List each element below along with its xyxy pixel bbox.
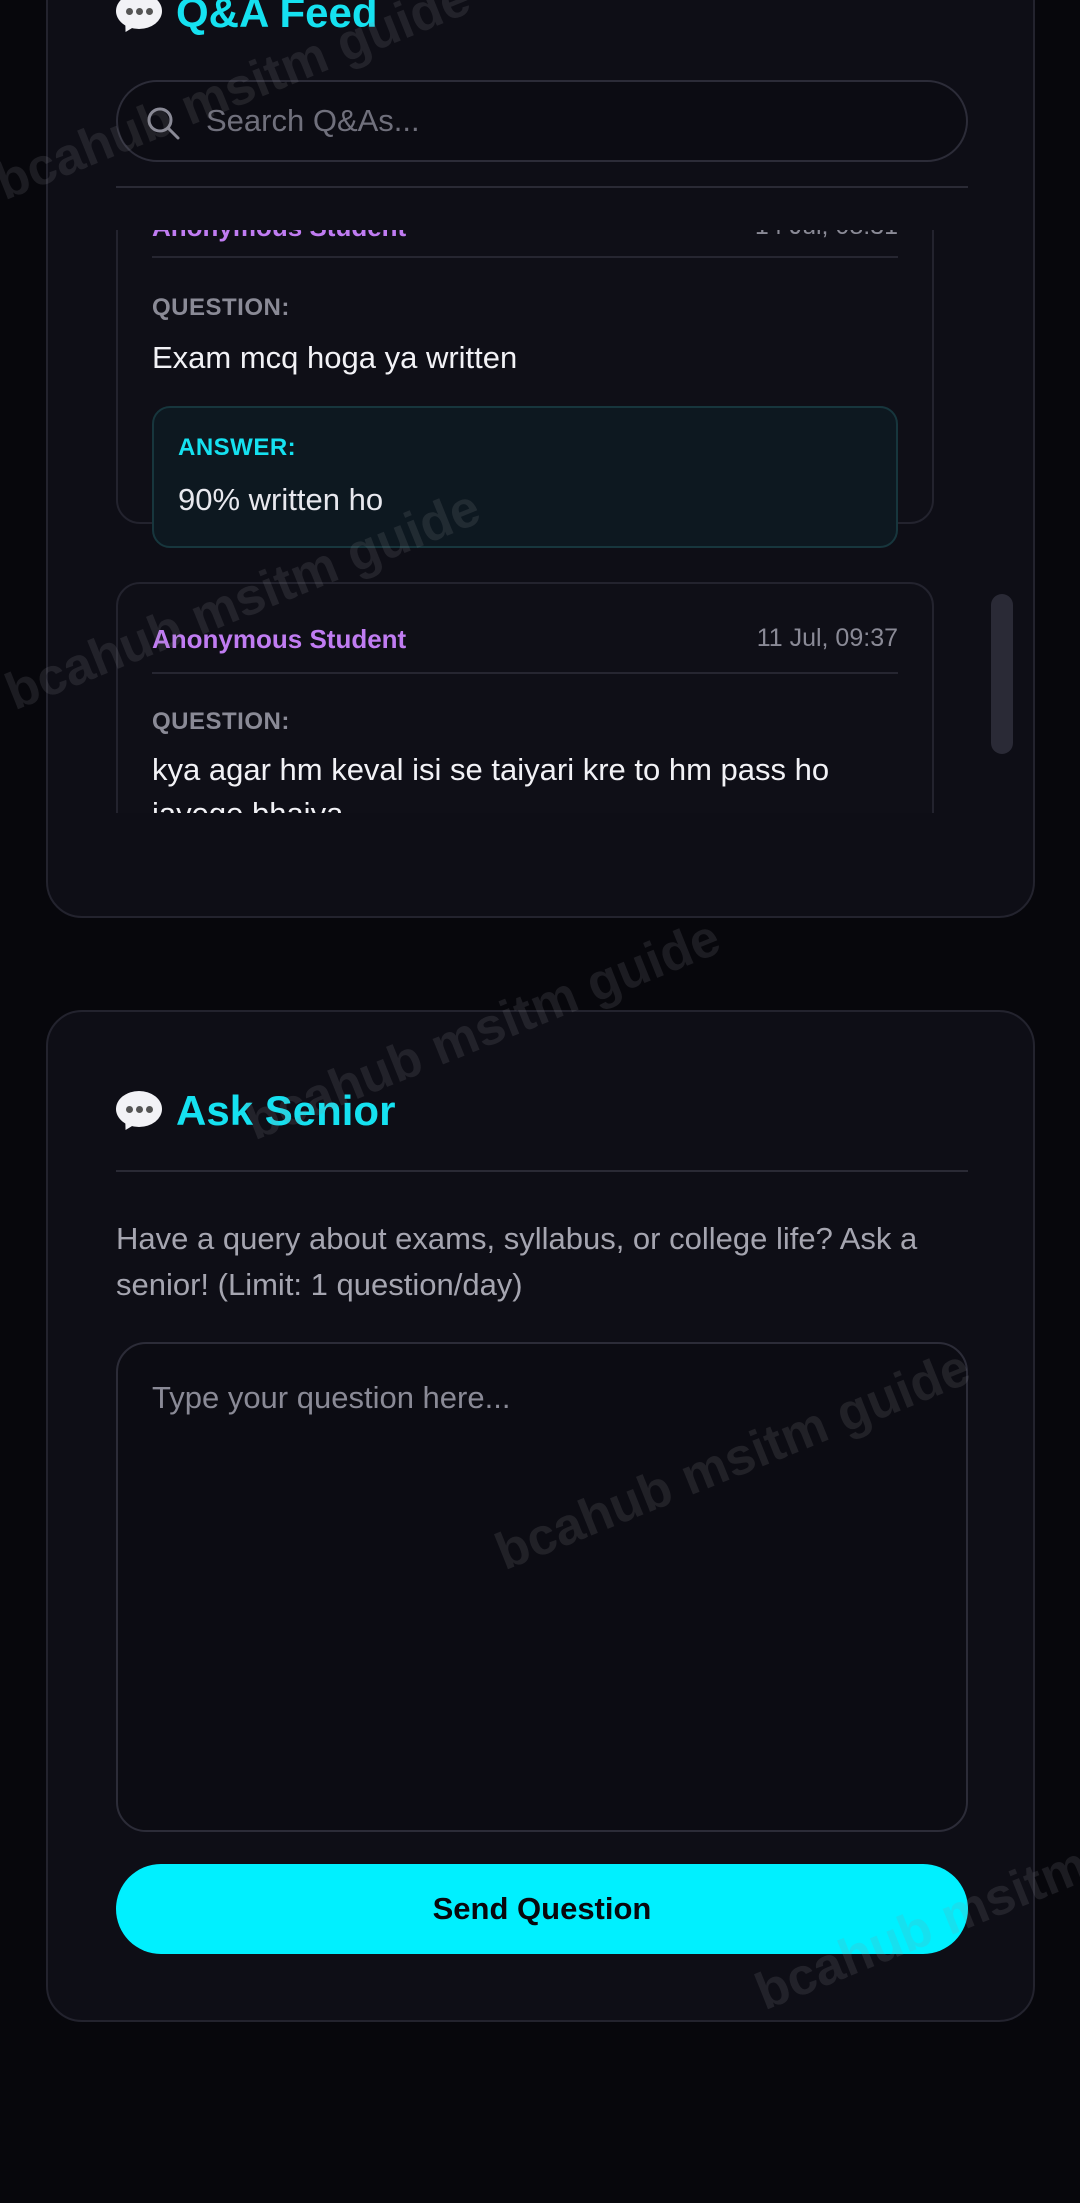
answer-text: 90% written ho [178,482,384,517]
ask-description: Have a query about exams, syllabus, or c… [116,1221,918,1302]
search-box[interactable] [116,80,968,162]
question-label: QUESTION: [152,294,290,321]
speech-bubble-icon [116,0,162,36]
send-question-button[interactable]: Send Question [116,1864,968,1954]
qa-author: Anonymous Student [152,624,407,654]
qa-item: Anonymous Student 14 Jul, 08:31 QUESTION… [116,230,934,548]
ask-senior-title-text: Ask Senior [176,1087,396,1134]
answer-box: ANSWER: 90% written ho [152,406,898,548]
question-label: QUESTION: [152,708,290,735]
qa-item-divider [152,256,898,258]
question-text: Exam mcq hoga ya written [152,340,518,375]
qa-timestamp: 11 Jul, 09:37 [756,624,898,652]
ask-senior-title: Ask Senior [116,1087,396,1134]
qa-feed-list[interactable]: Anonymous Student 14 Jul, 08:31 QUESTION… [116,230,968,813]
qa-item: Anonymous Student 11 Jul, 09:37 QUESTION… [116,582,934,813]
question-text: kya agar hm keval isi se taiyari kre to … [152,752,830,813]
question-textarea[interactable] [116,1342,968,1832]
ask-senior-card: Ask Senior Have a query about exams, syl… [46,1010,1035,2022]
speech-bubble-icon [116,1091,162,1134]
qa-author: Anonymous Student [152,230,406,243]
qa-item-divider [152,672,898,674]
feed-scrollbar-thumb[interactable] [991,594,1013,754]
answer-label: ANSWER: [178,434,297,461]
qa-feed-card: Q&A Feed Anonymous Student 14 Jul, 08:31… [46,0,1035,918]
qa-timestamp: 14 Jul, 08:31 [755,230,898,241]
qa-feed-title-text: Q&A Feed [176,0,378,36]
qa-feed-title: Q&A Feed [116,0,378,36]
search-icon [147,107,180,140]
search-input[interactable] [206,82,946,160]
feed-divider [116,186,968,188]
ask-divider [116,1170,968,1172]
